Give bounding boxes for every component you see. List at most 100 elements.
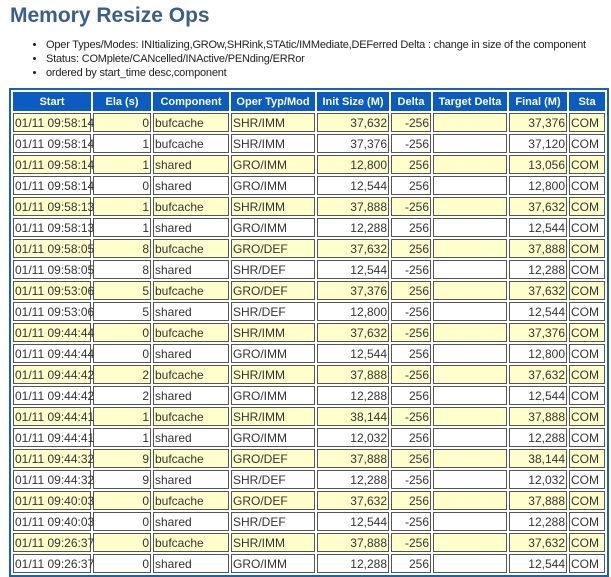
table-cell: 0 xyxy=(93,512,151,531)
column-header: Sta xyxy=(569,92,605,111)
table-cell: bufcache xyxy=(153,449,229,468)
table-cell: 37,632 xyxy=(317,239,389,258)
table-cell: 01/11 09:44:44 xyxy=(13,344,94,363)
table-cell xyxy=(433,197,507,216)
table-cell: 37,632 xyxy=(317,323,389,342)
table-cell: shared xyxy=(153,344,229,363)
table-cell: 12,544 xyxy=(509,554,567,573)
table-cell: 12,544 xyxy=(317,512,389,531)
table-row: 01/11 09:53:06 5 shared SHR/DEF 12,800 -256 12… xyxy=(13,302,605,321)
table-cell: bufcache xyxy=(153,491,229,510)
table-cell: 1 xyxy=(93,218,151,237)
table-cell xyxy=(433,533,507,552)
table-cell: bufcache xyxy=(153,134,229,153)
table-cell: GRO/DEF xyxy=(231,491,315,510)
table-row: 01/11 09:44:41 1 shared GRO/IMM 12,032 256 12,… xyxy=(13,428,605,447)
table-cell: bufcache xyxy=(153,113,229,132)
table-cell: -256 xyxy=(391,197,431,216)
table-cell xyxy=(433,449,507,468)
table-row: 01/11 09:26:37 0 shared GRO/IMM 12,288 256 12,… xyxy=(13,554,605,573)
table-cell: 01/11 09:26:37 xyxy=(13,554,94,573)
table-row: 01/11 09:44:32 9 bufcache GRO/DEF 37,888 256 3… xyxy=(13,449,605,468)
table-cell: 37,632 xyxy=(317,491,389,510)
table-cell: COM xyxy=(569,428,605,447)
resize-ops-table-container: Start Ela (s) Component Oper Typ/Mod Init Si… xyxy=(9,88,609,577)
table-cell xyxy=(433,344,507,363)
table-row: 01/11 09:40:03 0 shared SHR/DEF 12,544 -256 12… xyxy=(13,512,605,531)
table-cell: 37,376 xyxy=(509,323,567,342)
table-cell: 256 xyxy=(391,491,431,510)
table-cell: SHR/IMM xyxy=(231,407,315,426)
table-cell: 12,544 xyxy=(317,344,389,363)
table-cell: 37,120 xyxy=(509,134,567,153)
table-cell: GRO/DEF xyxy=(231,449,315,468)
table-cell: GRO/DEF xyxy=(231,281,315,300)
table-cell: COM xyxy=(569,407,605,426)
table-cell: 12,800 xyxy=(317,155,389,174)
table-cell: 12,544 xyxy=(317,176,389,195)
table-cell xyxy=(433,134,507,153)
table-cell: shared xyxy=(153,470,229,489)
table-cell: 0 xyxy=(93,113,151,132)
table-row: 01/11 09:58:05 8 shared SHR/DEF 12,544 -256 12… xyxy=(13,260,605,279)
table-cell: 0 xyxy=(93,491,151,510)
table-cell: -256 xyxy=(391,365,431,384)
table-cell: GRO/IMM xyxy=(231,344,315,363)
table-row: 01/11 09:58:05 8 bufcache GRO/DEF 37,632 256 3… xyxy=(13,239,605,258)
table-cell: COM xyxy=(569,386,605,405)
table-row: 01/11 09:44:41 1 bufcache SHR/IMM 38,144 -256… xyxy=(13,407,605,426)
table-cell: 256 xyxy=(391,386,431,405)
table-row: 01/11 09:44:42 2 shared GRO/IMM 12,288 256 12,… xyxy=(13,386,605,405)
table-cell: 2 xyxy=(93,365,151,384)
table-cell: GRO/IMM xyxy=(231,155,315,174)
table-cell: -256 xyxy=(391,470,431,489)
table-cell: 01/11 09:58:13 xyxy=(13,218,94,237)
table-cell: 256 xyxy=(391,155,431,174)
table-cell: 37,888 xyxy=(317,533,389,552)
table-cell: -256 xyxy=(391,407,431,426)
table-cell: 01/11 09:58:14 xyxy=(13,176,94,195)
table-cell: 37,632 xyxy=(509,197,567,216)
table-cell xyxy=(433,113,507,132)
table-cell: 1 xyxy=(93,407,151,426)
table-cell: 5 xyxy=(93,281,151,300)
table-cell xyxy=(433,323,507,342)
table-cell: bufcache xyxy=(153,323,229,342)
table-cell: 01/11 09:44:44 xyxy=(13,323,94,342)
table-cell: COM xyxy=(569,197,605,216)
table-cell: bufcache xyxy=(153,365,229,384)
column-header: Component xyxy=(153,92,229,111)
table-cell xyxy=(433,176,507,195)
table-cell: GRO/DEF xyxy=(231,239,315,258)
table-cell: 37,376 xyxy=(317,134,389,153)
table-cell: 12,288 xyxy=(509,428,567,447)
table-cell: 01/11 09:58:14 xyxy=(13,134,94,153)
table-cell: 13,056 xyxy=(509,155,567,174)
table-cell: 12,544 xyxy=(509,386,567,405)
table-cell: 37,632 xyxy=(317,113,389,132)
table-cell: COM xyxy=(569,218,605,237)
table-cell: 0 xyxy=(93,554,151,573)
table-cell: shared xyxy=(153,176,229,195)
column-header: Ela (s) xyxy=(93,92,151,111)
table-cell: COM xyxy=(569,302,605,321)
note-ordering: ordered by start_time desc,component xyxy=(46,66,606,80)
table-cell: 12,800 xyxy=(509,344,567,363)
table-cell: 12,288 xyxy=(317,470,389,489)
table-cell: 01/11 09:40:03 xyxy=(13,512,94,531)
column-header: Oper Typ/Mod xyxy=(231,92,315,111)
table-row: 01/11 09:58:14 0 bufcache SHR/IMM 37,632 -256… xyxy=(13,113,605,132)
table-cell: 01/11 09:58:13 xyxy=(13,197,94,216)
table-cell: -256 xyxy=(391,302,431,321)
table-cell: COM xyxy=(569,176,605,195)
table-cell: 1 xyxy=(93,134,151,153)
table-cell: 12,288 xyxy=(509,512,567,531)
table-cell: shared xyxy=(153,218,229,237)
table-cell: shared xyxy=(153,260,229,279)
column-header: Start xyxy=(13,92,91,111)
table-cell: 01/11 09:58:14 xyxy=(13,113,94,132)
table-cell: 01/11 09:53:06 xyxy=(13,302,94,321)
table-cell: 5 xyxy=(93,302,151,321)
table-cell: 01/11 09:44:42 xyxy=(13,365,94,384)
table-cell: -256 xyxy=(391,134,431,153)
